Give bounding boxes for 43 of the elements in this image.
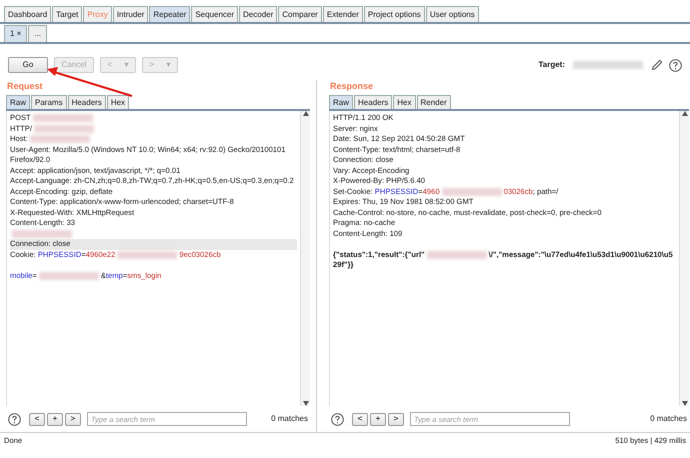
pencil-icon[interactable] [651, 59, 663, 71]
tab[interactable]: Dashboard [4, 6, 52, 22]
tab[interactable]: User options [426, 6, 479, 22]
tab[interactable]: Raw [329, 95, 354, 109]
search-nav-button[interactable]: + [47, 412, 63, 426]
tab[interactable]: 1 × [4, 25, 28, 42]
scroll-down-icon[interactable] [302, 401, 308, 406]
search-nav-button[interactable]: + [370, 412, 386, 426]
scroll-up-icon[interactable] [302, 111, 308, 116]
help-icon[interactable] [669, 58, 682, 72]
match-count: 0 matches [271, 413, 308, 425]
tab[interactable]: Hex [106, 95, 130, 109]
tab[interactable]: Decoder [239, 6, 278, 22]
tab[interactable]: Params [31, 95, 67, 109]
panel-title: Response [330, 80, 374, 90]
tab[interactable]: Project options [364, 6, 425, 22]
tab[interactable]: Repeater [149, 6, 190, 22]
tab[interactable]: ... [28, 25, 48, 42]
tab[interactable]: Target [52, 6, 82, 22]
tab[interactable]: Sequencer [191, 6, 238, 22]
tab[interactable]: Comparer [278, 6, 322, 22]
scroll-down-icon[interactable] [682, 401, 688, 406]
tab[interactable]: Headers [354, 95, 392, 109]
scrollbar[interactable] [679, 111, 689, 406]
tab[interactable]: Extender [322, 6, 363, 22]
blurred-text [573, 61, 643, 69]
panel-title: Request [7, 80, 44, 90]
scroll-up-icon[interactable] [682, 111, 688, 116]
tab[interactable]: Render [416, 95, 451, 109]
help-icon[interactable] [8, 412, 21, 426]
search-nav-button[interactable]: < [352, 412, 368, 426]
tab[interactable]: Intruder [112, 6, 148, 22]
target-label: Target: [538, 59, 565, 71]
tab[interactable]: Raw [6, 95, 30, 109]
search-nav-button[interactable]: > [388, 412, 404, 426]
match-count: 0 matches [650, 413, 687, 425]
tab[interactable]: Hex [393, 95, 416, 109]
tab[interactable]: Headers [68, 95, 106, 109]
search-nav-button[interactable]: < [29, 412, 45, 426]
scrollbar[interactable] [300, 111, 310, 406]
help-icon[interactable] [331, 412, 344, 426]
search-nav-button[interactable]: > [65, 412, 81, 426]
toolbar-button[interactable]: Go [8, 57, 48, 73]
